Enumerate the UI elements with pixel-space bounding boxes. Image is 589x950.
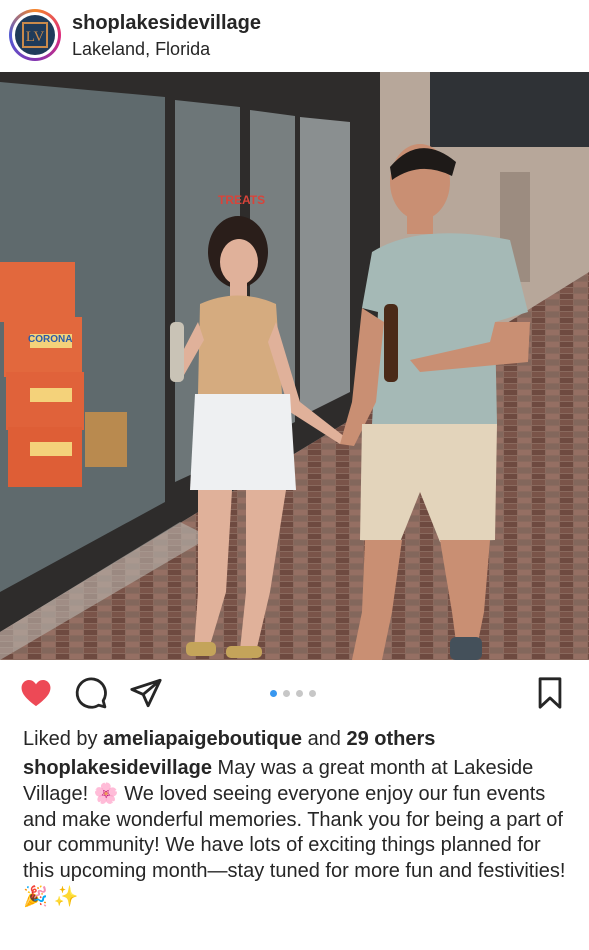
caption-text: May was a great month at Lakeside Villag… [23, 757, 566, 908]
post-location[interactable]: Lakeland, Florida [72, 39, 210, 60]
post-actions [0, 662, 589, 720]
likes-others-count[interactable]: 29 others [347, 728, 436, 750]
lv-logo-icon: LV [15, 15, 55, 55]
paper-plane-icon[interactable] [129, 676, 163, 710]
heart-filled-icon[interactable] [19, 676, 53, 710]
likes-summary[interactable]: Liked by ameliapaigeboutique and 29 othe… [23, 728, 435, 751]
likes-prefix: Liked by [23, 728, 98, 750]
comment-icon[interactable] [74, 676, 108, 710]
post-caption: shoplakesidevillage May was a great mont… [23, 756, 573, 911]
carousel-dot [283, 690, 290, 697]
carousel-indicator [270, 690, 316, 697]
photo-shop-sign: TREATS [218, 193, 265, 207]
svg-text:LV: LV [26, 29, 45, 45]
carousel-dot [270, 690, 277, 697]
caption-username[interactable]: shoplakesidevillage [23, 757, 212, 779]
post-header: LV shoplakesidevillage Lakeland, Florida [0, 0, 589, 72]
profile-avatar[interactable]: LV [9, 9, 61, 61]
likes-and: and [307, 728, 341, 750]
carousel-dot [309, 690, 316, 697]
carousel-dot [296, 690, 303, 697]
post-photo[interactable]: TREATS CORONA [0, 72, 589, 660]
account-username[interactable]: shoplakesidevillage [72, 12, 261, 35]
liker-username[interactable]: ameliapaigeboutique [103, 728, 302, 750]
bookmark-icon[interactable] [533, 676, 567, 710]
photo-box-label: CORONA [28, 334, 72, 345]
